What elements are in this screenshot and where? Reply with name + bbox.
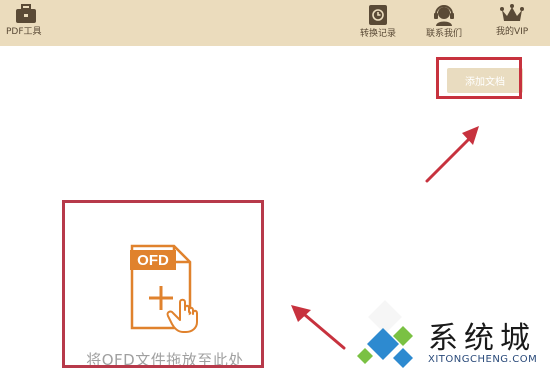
watermark-site: XITONGCHENG.COM	[428, 354, 538, 365]
arrow-to-drop-zone	[291, 305, 346, 350]
arrow-to-add-button	[425, 126, 479, 183]
watermark-title: 系统城	[428, 321, 536, 356]
